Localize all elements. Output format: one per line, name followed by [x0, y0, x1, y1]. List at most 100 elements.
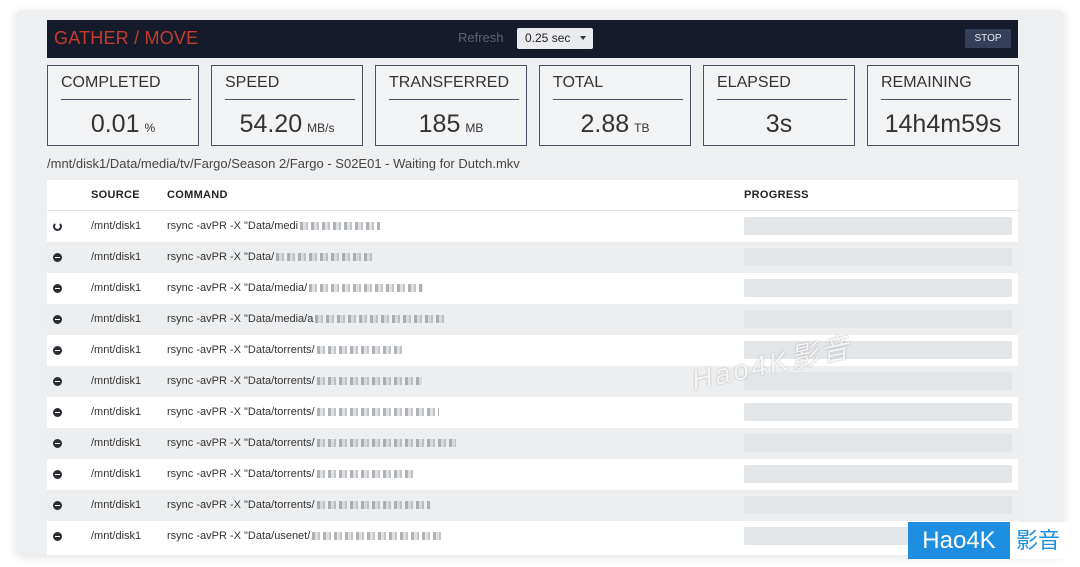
stat-value: 185 — [418, 110, 461, 138]
stat-card-total: TOTAL 2.88 TB — [539, 65, 691, 146]
stat-card-transferred: TRANSFERRED 185 MB — [375, 65, 527, 146]
refresh-interval-value: 0.25 sec — [525, 31, 571, 45]
command-text: rsync -avPR -X "Data/torrents/ — [167, 437, 315, 449]
stat-label: SPEED — [225, 74, 280, 91]
watermark-logo-box: Hao4K — [908, 522, 1010, 559]
redacted-filename — [316, 501, 430, 510]
spinner-icon — [53, 222, 62, 231]
source-cell: /mnt/disk1 — [91, 375, 142, 387]
minus-circle-icon — [53, 253, 62, 262]
stat-unit: MB — [465, 121, 484, 135]
source-cell: /mnt/disk1 — [91, 437, 142, 449]
top-bar: GATHER / MOVE Refresh 0.25 sec STOP — [47, 20, 1018, 58]
source-cell: /mnt/disk1 — [91, 406, 142, 418]
stop-button[interactable]: STOP — [965, 29, 1011, 48]
table-row[interactable]: /mnt/disk1 rsync -avPR -X "Data/ — [47, 242, 1018, 273]
redacted-filename — [300, 222, 381, 231]
command-cell: rsync -avPR -X "Data/media/a — [167, 313, 447, 325]
redacted-filename — [312, 532, 443, 541]
redacted-filename — [315, 315, 447, 324]
current-file-path: /mnt/disk1/Data/media/tv/Fargo/Season 2/… — [47, 156, 520, 171]
minus-circle-icon — [53, 346, 62, 355]
stat-unit: TB — [634, 121, 650, 135]
minus-circle-icon — [53, 532, 62, 541]
table-row[interactable]: /mnt/disk1 rsync -avPR -X "Data/torrents/ — [47, 490, 1018, 521]
command-cell: rsync -avPR -X "Data/torrents/ — [167, 468, 413, 480]
table-row[interactable]: /mnt/disk1 rsync -avPR -X "Data/medi — [47, 211, 1018, 242]
stats-panel: COMPLETED 0.01% SPEED 54.20 MB/s TRANSFERRED 1… — [47, 65, 1019, 146]
command-text: rsync -avPR -X "Data/torrents/ — [167, 344, 315, 356]
redacted-filename — [309, 284, 424, 293]
chevron-down-icon — [580, 36, 586, 40]
minus-circle-icon — [53, 470, 62, 479]
minus-circle-icon — [53, 408, 62, 417]
column-header-source: SOURCE — [91, 189, 140, 201]
stat-divider — [225, 99, 355, 100]
command-text: rsync -avPR -X "Data/media/a — [167, 313, 314, 325]
source-cell: /mnt/disk1 — [91, 220, 142, 232]
progress-bar — [744, 217, 1012, 235]
column-header-command: COMMAND — [167, 189, 228, 201]
progress-bar — [744, 248, 1012, 266]
table-row[interactable]: /mnt/disk1 rsync -avPR -X "Data/torrents/ — [47, 428, 1018, 459]
stat-value-wrap: 3s — [704, 110, 854, 139]
table-row[interactable]: /mnt/disk1 rsync -avPR -X "Data/media/ — [47, 273, 1018, 304]
progress-bar — [744, 403, 1012, 421]
stat-label: ELAPSED — [717, 74, 791, 91]
redacted-filename — [316, 377, 422, 386]
command-cell: rsync -avPR -X "Data/medi — [167, 220, 381, 232]
minus-circle-icon — [53, 315, 62, 324]
stat-divider — [717, 99, 847, 100]
app-window: GATHER / MOVE Refresh 0.25 sec STOP COMP… — [16, 10, 1064, 555]
stat-unit: MB/s — [307, 121, 335, 135]
command-text: rsync -avPR -X "Data/medi — [167, 220, 299, 232]
table-row[interactable]: /mnt/disk1 rsync -avPR -X "Data/usenet/ — [47, 521, 1018, 552]
command-cell: rsync -avPR -X "Data/torrents/ — [167, 437, 456, 449]
progress-bar — [744, 465, 1012, 483]
stat-value-wrap: 54.20 MB/s — [212, 110, 362, 139]
progress-bar — [744, 310, 1012, 328]
refresh-label: Refresh — [458, 30, 504, 45]
stat-value: 54.20 — [239, 110, 303, 138]
stat-value-wrap: 185 MB — [376, 110, 526, 139]
progress-bar — [744, 434, 1012, 452]
minus-circle-icon — [53, 284, 62, 293]
table-row[interactable]: /mnt/disk1 rsync -avPR -X "Data/torrents/ — [47, 459, 1018, 490]
stat-label: REMAINING — [881, 74, 972, 91]
watermark-logo-text: 影音 — [1016, 528, 1061, 553]
table-row[interactable]: /mnt/disk1 rsync -avPR -X "Data/torrents/ — [47, 335, 1018, 366]
source-cell: /mnt/disk1 — [91, 344, 142, 356]
stat-value: 14h4m59s — [884, 110, 1002, 138]
command-cell: rsync -avPR -X "Data/usenet/ — [167, 530, 443, 542]
stat-divider — [389, 99, 519, 100]
command-cell: rsync -avPR -X "Data/torrents/ — [167, 375, 422, 387]
progress-bar — [744, 279, 1012, 297]
command-text: rsync -avPR -X "Data/torrents/ — [167, 499, 315, 511]
stat-card-speed: SPEED 54.20 MB/s — [211, 65, 363, 146]
command-cell: rsync -avPR -X "Data/torrents/ — [167, 344, 405, 356]
stat-value-wrap: 2.88 TB — [540, 110, 690, 139]
column-header-progress: PROGRESS — [744, 189, 809, 201]
stat-label: TRANSFERRED — [389, 74, 510, 91]
table-row[interactable]: /mnt/disk1 rsync -avPR -X "Data/torrents/ — [47, 397, 1018, 428]
redacted-filename — [316, 346, 405, 355]
source-cell: /mnt/disk1 — [91, 468, 142, 480]
table-row[interactable]: /mnt/disk1 rsync -avPR -X "Data/torrents/ — [47, 366, 1018, 397]
stat-value: 0.01 — [90, 110, 140, 138]
command-cell: rsync -avPR -X "Data/media/ — [167, 282, 424, 294]
minus-circle-icon — [53, 377, 62, 386]
source-cell: /mnt/disk1 — [91, 499, 142, 511]
app-title: GATHER / MOVE — [54, 28, 199, 48]
stat-value: 2.88 — [580, 110, 630, 138]
source-cell: /mnt/disk1 — [91, 313, 142, 325]
command-text: rsync -avPR -X "Data/torrents/ — [167, 406, 315, 418]
command-text: rsync -avPR -X "Data/usenet/ — [167, 530, 311, 542]
table-header: SOURCE COMMAND PROGRESS — [47, 180, 1018, 211]
table-row[interactable]: /mnt/disk1 rsync -avPR -X "Data/media/a — [47, 304, 1018, 335]
stat-divider — [553, 99, 683, 100]
stat-divider — [881, 99, 1011, 100]
command-cell: rsync -avPR -X "Data/ — [167, 251, 374, 263]
minus-circle-icon — [53, 439, 62, 448]
minus-circle-icon — [53, 501, 62, 510]
refresh-interval-select[interactable]: 0.25 sec — [517, 28, 593, 49]
